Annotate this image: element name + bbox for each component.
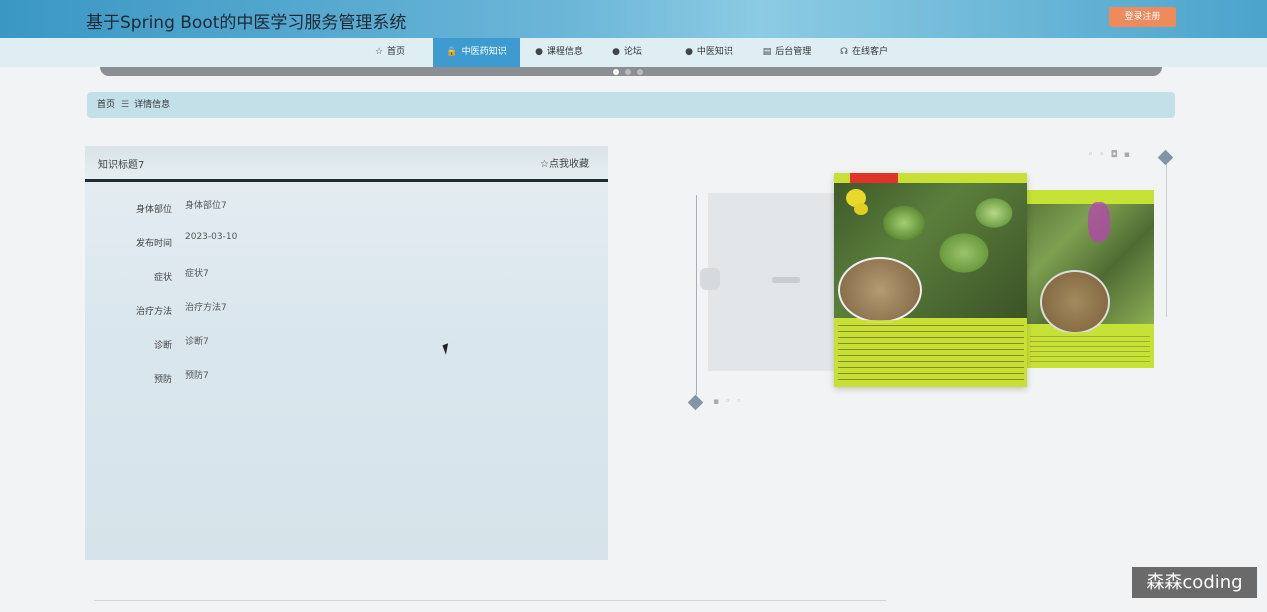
field-label: 发布时间 [135, 239, 172, 249]
carousel-dot[interactable] [637, 68, 643, 75]
detail-row: 身体部位 身体部位7 [85, 198, 608, 218]
field-label: 预防 [153, 375, 172, 385]
breadcrumb-current: 详情信息 [134, 100, 171, 110]
detail-title: 知识标题7 [98, 160, 145, 171]
nav-item-label: 中医知识 [696, 47, 733, 57]
gallery-frame-line [1166, 157, 1167, 317]
main-nav: ☆ 首页 🔒 中医药知识 ● 课程信息 ● 论坛 ● 中医知识 ▤ 后台管理 ☊ 在线客户 [0, 38, 1267, 67]
video-watermark: 森森coding [1132, 567, 1257, 598]
gallery-controls-bottom-icon[interactable]: ▪◦◦ [713, 397, 748, 407]
field-value: 身体部位7 [185, 201, 227, 211]
star-icon: ☆ [374, 47, 384, 57]
nav-item-forum[interactable]: ● 论坛 [602, 38, 652, 67]
field-value: 2023-03-10 [185, 232, 238, 242]
breadcrumb-separator-icon: ☰ [121, 100, 130, 110]
detail-row: 治疗方法 治疗方法7 [85, 300, 608, 320]
breadcrumb: 首页 ☰ 详情信息 [87, 92, 1175, 118]
info-circle-icon: ● [535, 47, 543, 57]
field-value: 治疗方法7 [185, 303, 227, 313]
headset-icon: ☊ [839, 47, 848, 57]
site-title: 基于Spring Boot的中医学习服务管理系统 [86, 13, 407, 33]
detail-header: 知识标题7 ☆点我收藏 [85, 146, 608, 182]
nav-item-tcm-knowledge[interactable]: 🔒 中医药知识 [433, 38, 520, 67]
field-label: 治疗方法 [135, 307, 172, 317]
lock-icon: 🔒 [446, 47, 458, 57]
detail-panel: 知识标题7 ☆点我收藏 身体部位 身体部位7 发布时间 2023-03-10 症… [85, 146, 608, 560]
nav-item-tcm[interactable]: ● 中医知识 [676, 38, 742, 67]
nav-item-admin[interactable]: ▤ 后台管理 [754, 38, 820, 67]
info-icon: ● [685, 47, 693, 57]
carousel-dots [613, 67, 643, 76]
carousel-dot[interactable] [613, 68, 619, 75]
site-header: 基于Spring Boot的中医学习服务管理系统 登录注册 [0, 0, 1267, 38]
carousel-dot[interactable] [625, 68, 631, 75]
gallery-controls-top-icon[interactable]: ◦◦◘▪ [1088, 150, 1136, 160]
field-value: 症状7 [185, 269, 209, 279]
gallery-image-herb-2[interactable] [1026, 190, 1154, 368]
login-register-button[interactable]: 登录注册 [1109, 7, 1176, 27]
field-label: 诊断 [153, 341, 172, 351]
detail-row: 症状 症状7 [85, 266, 608, 286]
nav-item-online-service[interactable]: ☊ 在线客户 [831, 38, 897, 67]
field-value: 诊断7 [185, 337, 209, 347]
gallery-corner-diamond-icon [687, 394, 704, 411]
gallery-corner-diamond-icon [1157, 149, 1174, 166]
nav-item-label: 后台管理 [775, 47, 812, 57]
question-circle-icon: ● [612, 47, 620, 57]
detail-row: 预防 预防7 [85, 368, 608, 388]
nav-item-courses[interactable]: ● 课程信息 [526, 38, 592, 67]
favorite-button[interactable]: ☆点我收藏 [540, 155, 589, 170]
field-label: 症状 [153, 273, 172, 283]
nav-item-home[interactable]: ☆ 首页 [360, 38, 420, 67]
nav-item-label: 课程信息 [546, 47, 583, 57]
gallery-slide-placeholder [708, 193, 848, 371]
admin-icon: ▤ [762, 47, 772, 57]
gallery-image-herb-1[interactable] [834, 173, 1027, 387]
gallery-prev-handle[interactable] [700, 268, 720, 290]
field-value: 预防7 [185, 371, 209, 381]
field-label: 身体部位 [135, 205, 172, 215]
footer-divider [94, 600, 886, 601]
nav-item-label: 论坛 [623, 47, 642, 57]
nav-item-label: 首页 [387, 47, 406, 57]
gallery-frame-line [696, 195, 697, 395]
detail-row: 发布时间 2023-03-10 [85, 232, 608, 252]
breadcrumb-home[interactable]: 首页 [97, 100, 115, 110]
detail-row: 诊断 诊断7 [85, 334, 608, 354]
nav-item-label: 在线客户 [851, 47, 888, 57]
nav-item-label: 中医药知识 [461, 47, 507, 57]
